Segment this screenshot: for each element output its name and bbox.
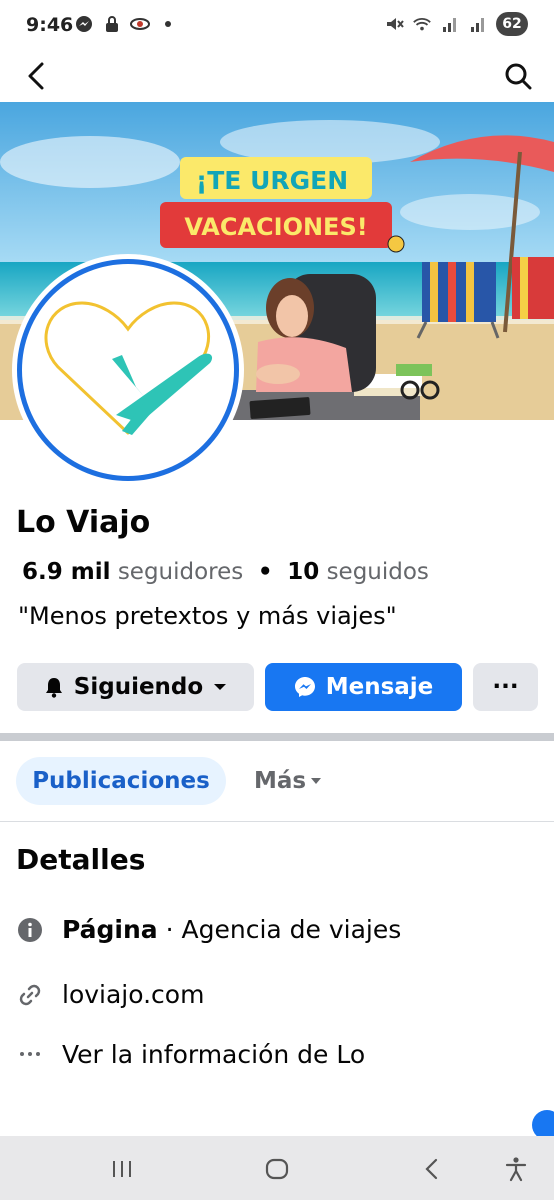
detail-row-see-info[interactable]: Ver la información de Lo: [16, 1040, 365, 1069]
more-horizontal-icon: [16, 1041, 44, 1069]
search-button[interactable]: [500, 58, 536, 94]
info-icon: [16, 916, 44, 944]
message-label: Mensaje: [325, 674, 434, 700]
details-heading: Detalles: [16, 843, 146, 876]
page-type-label: Página: [62, 915, 158, 944]
home-button[interactable]: [257, 1152, 297, 1186]
mute-icon: [384, 14, 404, 34]
system-back-button[interactable]: [412, 1152, 452, 1186]
following-count[interactable]: 10: [287, 559, 319, 585]
more-options-button[interactable]: ···: [473, 663, 538, 711]
tab-more-label: Más: [254, 768, 307, 794]
status-time: 9:46: [26, 14, 74, 36]
follow-stats: 6.9 mil seguidores • 10 seguidos: [22, 559, 429, 585]
caret-down-icon: [311, 778, 322, 784]
signal-icon: [440, 14, 460, 34]
eye-notification-icon: [130, 14, 150, 34]
cover-headline-line1: ¡TE URGEN: [196, 166, 348, 195]
following-label: Siguiendo: [73, 674, 204, 700]
chevron-left-icon: [28, 62, 44, 90]
tab-more[interactable]: Más: [254, 757, 322, 805]
followers-count[interactable]: 6.9 mil: [22, 559, 111, 585]
signal-2-icon: [468, 14, 488, 34]
tab-publicaciones[interactable]: Publicaciones: [16, 757, 226, 805]
page-category: Agencia de viajes: [181, 915, 402, 944]
battery-indicator: 62: [496, 12, 528, 36]
home-icon: [265, 1158, 289, 1180]
accessibility-button[interactable]: [496, 1152, 536, 1186]
status-bar: 9:46 62: [0, 0, 554, 52]
messenger-icon: [294, 677, 315, 697]
back-button[interactable]: [18, 58, 54, 94]
accessibility-icon: [505, 1157, 527, 1182]
system-navigation-bar: [0, 1136, 554, 1200]
messenger-notification-icon: [74, 14, 94, 34]
back-arrow-icon: [425, 1158, 438, 1180]
bell-icon: [45, 678, 62, 698]
tabs-divider: [0, 821, 554, 822]
profile-picture[interactable]: [12, 254, 244, 486]
website-link[interactable]: loviajo.com: [62, 980, 204, 1009]
dot-notification-icon: [158, 14, 178, 34]
search-icon: [505, 63, 532, 90]
see-info-link[interactable]: Ver la información de Lo: [62, 1040, 365, 1069]
status-system-icons: 62: [384, 12, 528, 36]
wifi-icon: [412, 14, 432, 34]
following-button[interactable]: Siguiendo: [17, 663, 254, 711]
page-name: Lo Viajo: [16, 505, 151, 540]
section-divider: [0, 733, 554, 741]
recent-apps-button[interactable]: [102, 1152, 142, 1186]
caret-down-icon: [214, 684, 227, 690]
heart-plane-logo-icon: [44, 301, 213, 435]
stats-separator: •: [257, 559, 273, 585]
detail-row-website[interactable]: loviajo.com: [16, 980, 204, 1009]
message-button[interactable]: Mensaje: [265, 663, 462, 711]
recent-apps-icon: [113, 1161, 131, 1177]
detail-row-category: Página · Agencia de viajes: [16, 915, 401, 944]
page-type-separator: ·: [165, 915, 174, 944]
lock-notification-icon: [102, 14, 122, 34]
more-horizontal-icon: ···: [492, 674, 519, 700]
page-bio: "Menos pretextos y más viajes": [18, 602, 397, 630]
following-label[interactable]: seguidos: [327, 559, 429, 585]
cover-headline-line2: VACACIONES!: [184, 213, 367, 241]
followers-label[interactable]: seguidores: [118, 559, 243, 585]
top-app-bar: [0, 52, 554, 102]
link-icon: [16, 981, 44, 1009]
status-notification-icons: [74, 14, 178, 34]
